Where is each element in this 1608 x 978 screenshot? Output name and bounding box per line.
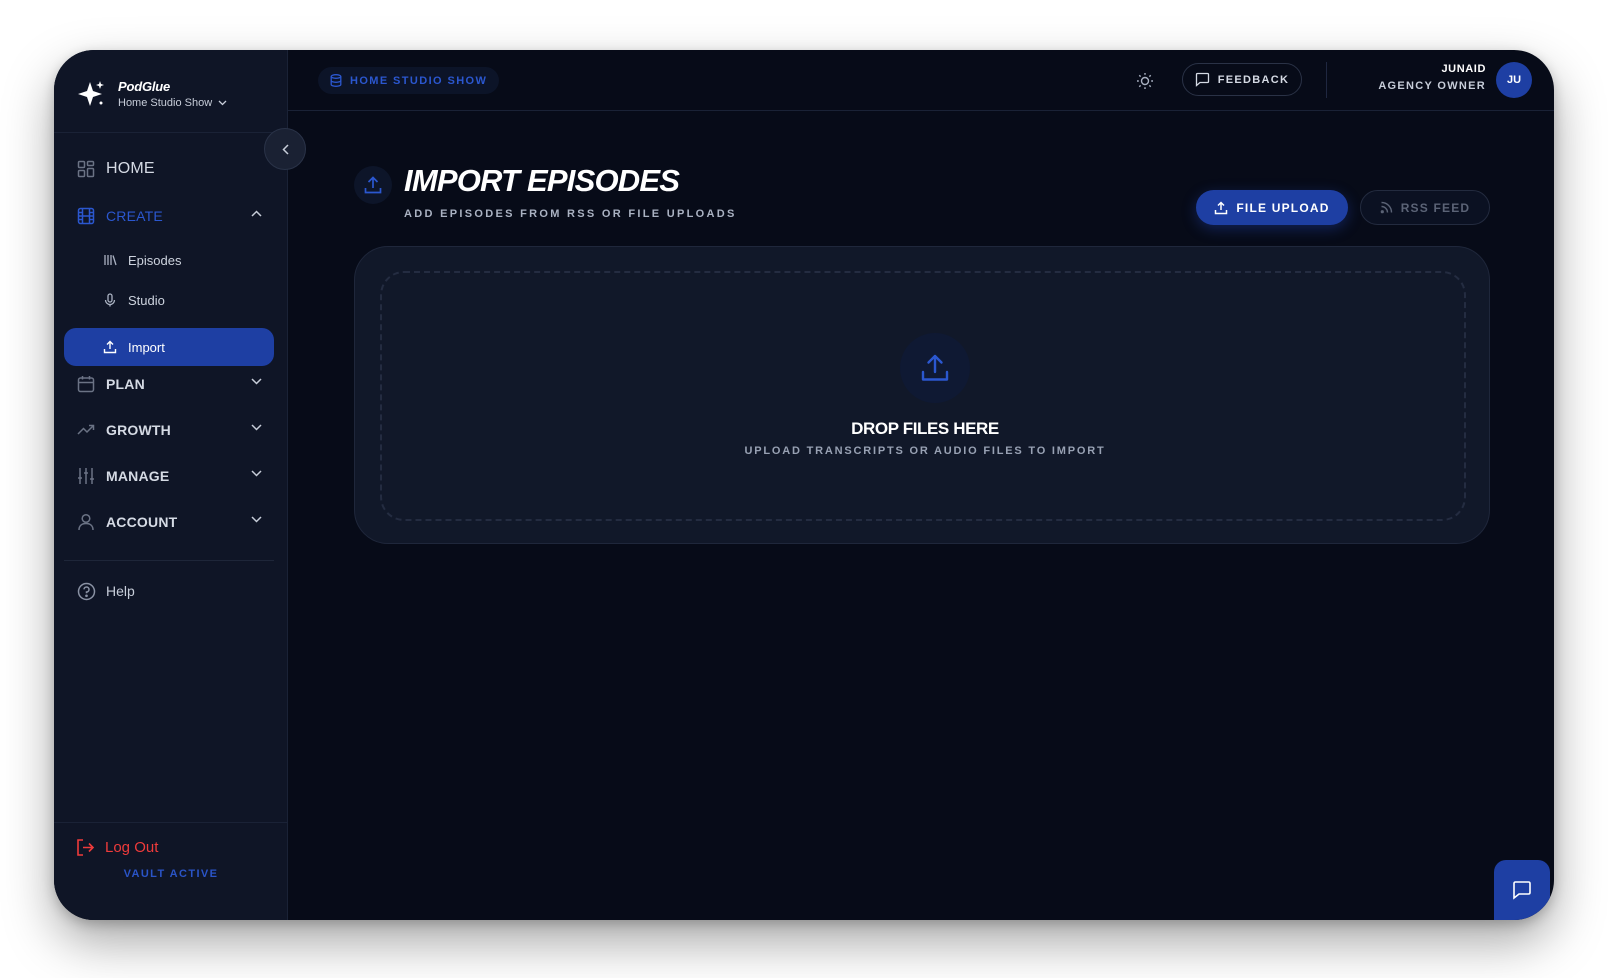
- sidebar-item-help[interactable]: Help: [76, 576, 272, 606]
- sparkle-icon: [78, 81, 104, 106]
- dropzone-subtitle: UPLOAD TRANSCRIPTS OR AUDIO FILES TO IMP…: [744, 445, 1106, 457]
- sidebar-item-label: CREATE: [106, 208, 163, 224]
- chevron-down-icon: [251, 378, 262, 385]
- sidebar-item-growth[interactable]: GROWTH: [76, 415, 272, 445]
- chevron-down-icon: [251, 516, 262, 523]
- message-square-icon: [1195, 72, 1209, 87]
- chevron-down-icon: [251, 424, 262, 431]
- dropzone-icon-wrap: [900, 333, 970, 403]
- tab-label: RSS FEED: [1400, 200, 1471, 215]
- avatar[interactable]: JU: [1496, 62, 1532, 98]
- vault-status: VAULT ACTIVE: [123, 868, 219, 880]
- sidebar-item-label: PLAN: [106, 376, 145, 392]
- sidebar-item-label: MANAGE: [106, 468, 170, 484]
- user-icon: [76, 512, 96, 532]
- film-icon: [76, 206, 96, 226]
- database-icon: [330, 74, 342, 87]
- upload-icon: [1215, 200, 1228, 214]
- sidebar: PodGlue Home Studio Show HOME CREATE Epi…: [54, 50, 288, 920]
- show-selector-label: Home Studio Show: [118, 97, 213, 109]
- page-subtitle: ADD EPISODES FROM RSS OR FILE UPLOADS: [404, 208, 737, 220]
- sidebar-item-manage[interactable]: MANAGE: [76, 461, 272, 491]
- brand-name: PodGlue: [118, 79, 171, 94]
- library-icon: [102, 252, 118, 268]
- calendar-icon: [76, 374, 96, 394]
- logout-button[interactable]: Log Out: [76, 832, 158, 862]
- sidebar-subitem-label: Import: [128, 339, 165, 355]
- sidebar-subitem-label: Studio: [128, 292, 165, 308]
- tab-label: FILE UPLOAD: [1236, 200, 1330, 215]
- chat-button[interactable]: [1494, 860, 1550, 920]
- sidebar-item-account[interactable]: ACCOUNT: [76, 507, 272, 537]
- chevron-down-icon: [218, 100, 227, 106]
- help-circle-icon: [76, 581, 96, 601]
- show-selector[interactable]: Home Studio Show: [118, 97, 227, 109]
- sidebar-item-create[interactable]: CREATE: [76, 201, 272, 231]
- feedback-label: FEEDBACK: [1217, 73, 1290, 86]
- dropzone-card: DROP FILES HERE UPLOAD TRANSCRIPTS OR AU…: [354, 246, 1490, 544]
- sidebar-subitem-episodes[interactable]: Episodes: [102, 247, 181, 273]
- collapse-sidebar-button[interactable]: [264, 128, 306, 170]
- brand[interactable]: PodGlue Home Studio Show: [76, 72, 227, 116]
- sidebar-item-label: GROWTH: [106, 422, 171, 438]
- sidebar-item-label: HOME: [106, 160, 155, 177]
- sidebar-item-label: Help: [106, 583, 135, 599]
- rss-icon: [1380, 201, 1392, 214]
- file-dropzone[interactable]: DROP FILES HERE UPLOAD TRANSCRIPTS OR AU…: [380, 271, 1466, 521]
- sidebar-subitem-studio[interactable]: Studio: [102, 287, 165, 313]
- user-role: AGENCY OWNER: [1378, 80, 1486, 92]
- sidebar-subitem-label: Episodes: [128, 252, 182, 268]
- divider: [54, 822, 288, 823]
- dropzone-title: DROP FILES HERE: [851, 419, 999, 438]
- upload-icon: [102, 339, 118, 355]
- app-window: PodGlue Home Studio Show HOME CREATE Epi…: [54, 50, 1554, 920]
- feedback-button[interactable]: FEEDBACK: [1182, 63, 1302, 96]
- show-pill-label: HOME STUDIO SHOW: [350, 74, 488, 87]
- sun-icon: [1137, 73, 1153, 89]
- divider: [54, 132, 288, 133]
- sidebar-item-label: ACCOUNT: [106, 514, 178, 530]
- grid-icon: [76, 159, 96, 179]
- logout-label: Log Out: [105, 838, 159, 856]
- sliders-icon: [76, 466, 96, 486]
- sidebar-item-home[interactable]: HOME: [76, 154, 272, 184]
- sidebar-subitem-import[interactable]: Import: [64, 328, 274, 366]
- microphone-icon: [102, 292, 118, 308]
- divider: [1326, 62, 1327, 98]
- theme-toggle[interactable]: [1132, 68, 1158, 94]
- sidebar-item-plan[interactable]: PLAN: [76, 369, 272, 399]
- page-upload-icon: [354, 166, 392, 204]
- top-bar: HOME STUDIO SHOW FEEDBACK JUNAID AGENCY …: [288, 50, 1554, 111]
- chat-icon: [1513, 881, 1531, 900]
- chevron-left-icon: [281, 143, 289, 155]
- tab-file-upload[interactable]: FILE UPLOAD: [1196, 190, 1348, 225]
- user-name: JUNAID: [1441, 63, 1486, 75]
- divider: [64, 560, 274, 561]
- chevron-down-icon: [251, 470, 262, 477]
- upload-icon: [921, 354, 949, 381]
- show-pill[interactable]: HOME STUDIO SHOW: [318, 67, 500, 94]
- page-title: IMPORT EPISODES: [404, 163, 680, 198]
- logout-icon: [77, 838, 95, 856]
- upload-icon: [364, 176, 382, 194]
- chevron-up-icon: [251, 210, 262, 217]
- tab-rss-feed[interactable]: RSS FEED: [1360, 190, 1490, 225]
- trending-up-icon: [76, 420, 96, 440]
